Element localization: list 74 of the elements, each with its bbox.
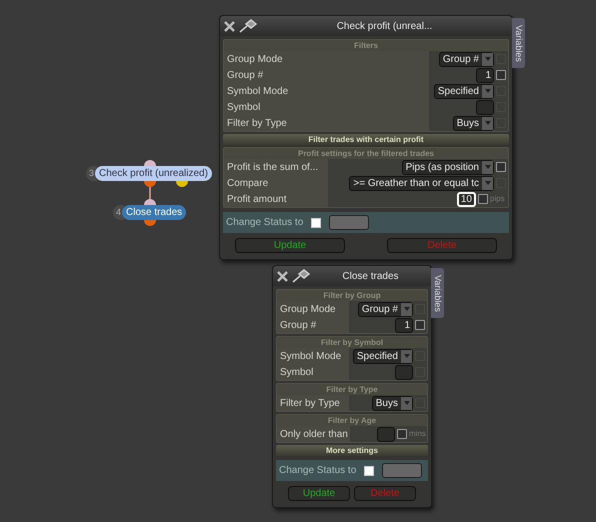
field-label: Group Mode bbox=[227, 52, 283, 66]
caret-icon bbox=[482, 160, 493, 174]
field-label: Group # bbox=[280, 318, 316, 332]
pin-icon[interactable] bbox=[292, 269, 310, 283]
dropdown[interactable]: Buys bbox=[372, 396, 413, 410]
dropdown[interactable]: >= Greather than or equal tc bbox=[349, 176, 494, 190]
checkbox[interactable] bbox=[478, 194, 488, 204]
node-number: 4 bbox=[113, 205, 124, 220]
number-field[interactable]: 1 bbox=[395, 318, 413, 332]
field-label: Only older than bbox=[280, 428, 348, 442]
pin-icon[interactable] bbox=[239, 19, 257, 33]
section-band: More settings bbox=[276, 445, 428, 456]
field-label: Profit amount bbox=[227, 192, 286, 206]
section-heading: Filters bbox=[354, 40, 378, 52]
variables-tab[interactable]: Variables bbox=[431, 268, 444, 318]
status-label: Change Status to bbox=[279, 464, 356, 478]
dropdown[interactable]: Specified bbox=[352, 348, 413, 364]
status-field[interactable] bbox=[329, 215, 370, 230]
dropdown[interactable]: Group # bbox=[438, 52, 494, 66]
number-field[interactable] bbox=[395, 364, 413, 380]
caret-icon bbox=[401, 350, 412, 362]
section-heading: Profit settings for the filtered trades bbox=[298, 148, 434, 160]
caret-icon bbox=[401, 302, 412, 316]
status-label: Change Status to bbox=[226, 216, 304, 230]
checkbox[interactable] bbox=[496, 162, 506, 172]
action-button[interactable]: Update bbox=[235, 238, 345, 253]
field-label: Group Mode bbox=[280, 302, 336, 316]
dropdown[interactable]: Specified bbox=[434, 84, 494, 98]
close-icon[interactable] bbox=[224, 20, 235, 32]
flow-node[interactable]: Close trades bbox=[122, 205, 186, 220]
checkbox[interactable] bbox=[496, 70, 506, 80]
number-field[interactable] bbox=[476, 100, 494, 114]
window-title: Close trades bbox=[341, 270, 400, 284]
caret-icon bbox=[482, 84, 493, 98]
input-pin bbox=[144, 160, 156, 166]
field-label: Group # bbox=[227, 68, 264, 82]
dropdown[interactable]: Group # bbox=[358, 302, 413, 316]
caret-icon bbox=[482, 52, 493, 66]
number-field[interactable] bbox=[377, 426, 395, 442]
status-field[interactable] bbox=[382, 463, 422, 478]
output-pin bbox=[144, 181, 156, 187]
checkbox[interactable] bbox=[397, 429, 407, 439]
field-label: Compare bbox=[227, 176, 268, 190]
field-label: Symbol Mode bbox=[280, 350, 342, 364]
variables-tab[interactable]: Variables bbox=[512, 18, 525, 68]
field-label: Symbol Mode bbox=[227, 84, 288, 98]
section-heading: Filter by Group bbox=[323, 290, 381, 302]
section-heading: Filter by Age bbox=[328, 414, 376, 426]
node-number: 3 bbox=[86, 166, 98, 181]
dropdown[interactable]: Buys bbox=[452, 116, 494, 130]
window-title: Check profit (unreal... bbox=[336, 20, 434, 34]
field-label: Symbol bbox=[280, 366, 314, 380]
field-label: Symbol bbox=[227, 100, 260, 114]
number-field[interactable]: 1 bbox=[476, 68, 494, 82]
action-button[interactable]: Update bbox=[288, 486, 350, 501]
input-pin bbox=[144, 199, 156, 205]
dropdown[interactable]: Pips (as position bbox=[402, 160, 494, 174]
flow-node[interactable]: Check profit (unrealized) bbox=[95, 166, 212, 181]
output-pin bbox=[144, 220, 156, 226]
unit-label: pips bbox=[490, 193, 506, 205]
caret-icon bbox=[401, 396, 412, 410]
unit-label: mins bbox=[409, 428, 425, 440]
field-label: Profit is the sum of... bbox=[227, 160, 318, 174]
section-heading: Filter by Symbol bbox=[320, 336, 384, 348]
checkbox[interactable] bbox=[415, 320, 425, 330]
caret-icon bbox=[482, 176, 493, 190]
close-icon[interactable] bbox=[277, 270, 288, 282]
caret-icon bbox=[482, 116, 493, 130]
section-heading: Filter by Type bbox=[326, 384, 378, 396]
field-label: Filter by Type bbox=[280, 396, 340, 410]
number-field[interactable]: 10 bbox=[456, 192, 476, 206]
field-label: Filter by Type bbox=[227, 116, 287, 130]
output-pin bbox=[176, 181, 188, 187]
section-band: Filter trades with certain profit bbox=[223, 134, 509, 145]
